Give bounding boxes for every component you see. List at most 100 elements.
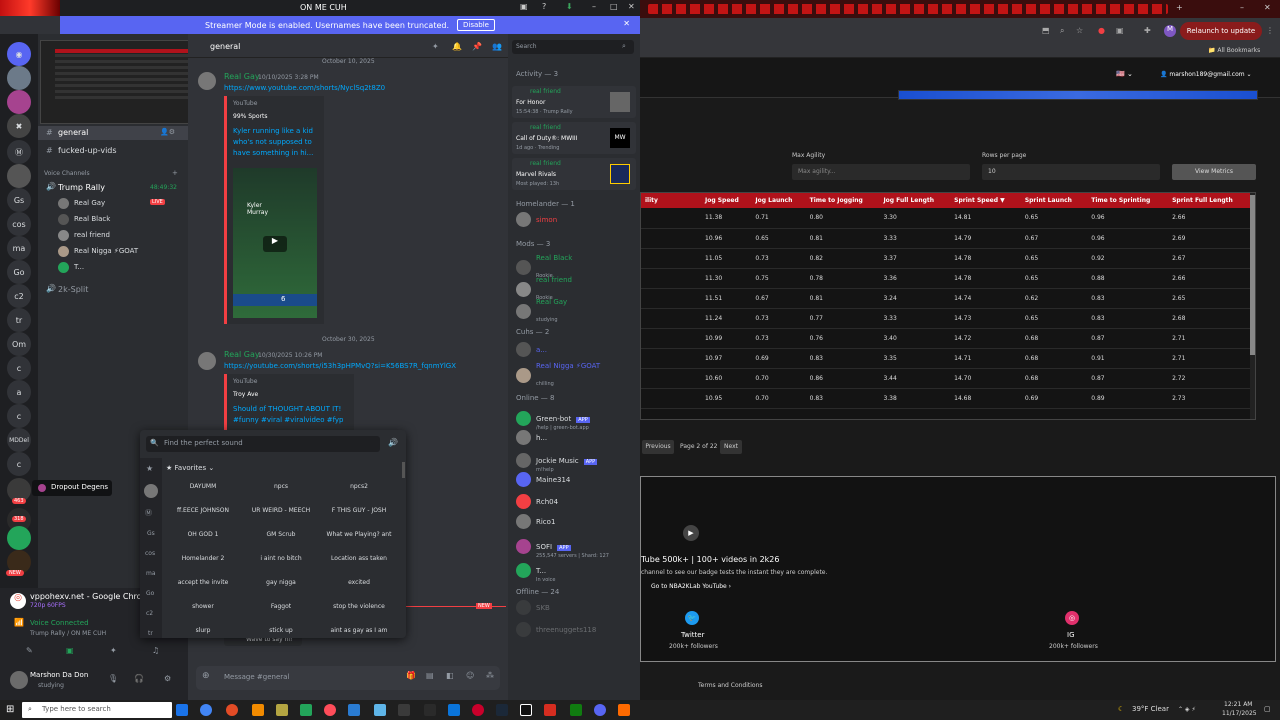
sound-button[interactable]: stop the violence (322, 603, 396, 610)
gif-icon[interactable]: ▤ (426, 671, 434, 680)
activity-icon[interactable]: ✦ (110, 646, 117, 655)
member-row[interactable]: h... (516, 430, 547, 445)
tray-icons[interactable]: ⌃ ◈ ⚡ (1178, 706, 1196, 713)
server-icon[interactable] (7, 526, 31, 550)
app-icon[interactable] (226, 704, 238, 716)
play-icon[interactable]: ▶ (263, 236, 287, 252)
app-icon[interactable] (398, 704, 410, 716)
invite-icon[interactable]: 👤⚙ (160, 128, 175, 136)
voice-user[interactable]: Real Gay LIVE (58, 198, 188, 212)
sound-button[interactable]: DAYUMM (166, 483, 240, 490)
apps-icon[interactable]: ⁂ (486, 671, 494, 680)
member-row[interactable]: Maine314 (516, 472, 570, 487)
member-row[interactable]: SOFI APP 255,547 servers | Shard: 127 (516, 534, 609, 559)
clock-time[interactable]: 12:21 AM (1224, 701, 1252, 708)
add-channel-icon[interactable]: + (172, 169, 178, 177)
column-header[interactable]: ility (641, 193, 701, 208)
sound-button[interactable]: Faggot (244, 603, 318, 610)
settings-gear-icon[interactable]: ⚙ (164, 674, 171, 683)
server-icon[interactable] (144, 484, 158, 498)
ig-label[interactable]: IG (1067, 631, 1075, 639)
previous-button[interactable]: Previous (642, 440, 674, 454)
taskbar-search[interactable]: ⌕ Type here to search (22, 702, 172, 718)
column-header[interactable]: Jog Launch (751, 193, 806, 208)
message-link[interactable]: https://youtube.com/shorts/i53h3pHPMvQ?s… (224, 362, 456, 370)
sound-button[interactable]: aint as gay as I am (322, 627, 396, 634)
close-icon[interactable]: ✕ (628, 2, 635, 11)
flag-icon[interactable]: 🇺🇸 ⌄ (1116, 70, 1133, 78)
sound-button[interactable]: stick up (244, 627, 318, 634)
app-icon[interactable] (348, 704, 360, 716)
server-om[interactable]: Om (7, 332, 31, 356)
add-attachment-icon[interactable]: ⊕ (202, 671, 210, 681)
volume-icon[interactable]: 🔊 (388, 438, 398, 447)
server-go[interactable]: Go (7, 260, 31, 284)
favorites-header[interactable]: ★ Favorites ⌄ (166, 464, 214, 472)
server-tr[interactable]: tr (7, 308, 31, 332)
menu-icon[interactable]: ⋮ (1266, 26, 1274, 35)
zoom-icon[interactable]: ⌕ (1060, 26, 1064, 36)
channel-general[interactable]: # general 👤⚙ (38, 126, 188, 140)
discord-icon[interactable] (594, 704, 606, 716)
app-icon[interactable] (618, 704, 630, 716)
pin-icon[interactable]: 📌 (472, 42, 482, 51)
message-link[interactable]: https://www.youtube.com/shorts/NyclSq2t8… (224, 84, 385, 92)
activity-card[interactable]: real friend For Honor 15:54:38 · Trump R… (512, 86, 636, 118)
sound-button[interactable]: Location ass taken (322, 555, 396, 562)
sound-button[interactable]: npcs2 (322, 483, 396, 490)
server-icon[interactable]: ◉ (7, 42, 31, 66)
voice-user[interactable]: Real Black (58, 214, 188, 228)
column-header[interactable]: Jog Full Length (879, 193, 951, 208)
server-gs[interactable]: Gs (147, 530, 155, 537)
sound-button[interactable]: F THIS GUY - JOSH (322, 507, 396, 514)
scrollbar[interactable] (402, 462, 405, 478)
minimize-icon[interactable]: – (1240, 3, 1244, 12)
server-ma[interactable]: ma (146, 570, 156, 577)
install-icon[interactable]: ⬒ (1042, 26, 1050, 35)
extension-icon[interactable]: ▣ (1116, 26, 1124, 35)
server-icon[interactable]: ✖ (7, 114, 31, 138)
app-icon[interactable] (276, 704, 288, 716)
server-icon[interactable] (7, 164, 31, 188)
column-header[interactable]: Sprint Speed ▼ (950, 193, 1021, 208)
column-header[interactable]: Time to Sprinting (1087, 193, 1169, 208)
view-metrics-button[interactable]: View Metrics (1172, 164, 1256, 180)
server-a[interactable]: a (7, 380, 31, 404)
server-icon[interactable]: Ⓜ (145, 508, 152, 518)
embed-title[interactable]: Should of THOUGHT ABOUT IT! #funny #vira… (233, 404, 353, 426)
app-icon[interactable] (252, 704, 264, 716)
app-icon[interactable] (374, 704, 386, 716)
search-input[interactable]: Search ⌕ (512, 40, 634, 54)
avatar[interactable] (10, 671, 28, 689)
column-header[interactable]: Sprint Full Length (1168, 193, 1251, 208)
sound-search-input[interactable]: 🔍 Find the perfect sound (146, 436, 380, 452)
server-c[interactable]: c (7, 356, 31, 380)
video-thumbnail[interactable]: Kyler Murray ▶ 6 (233, 168, 317, 318)
channel-fucked-up-vids[interactable]: # fucked-up-vids (38, 144, 188, 158)
server-ma[interactable]: ma (7, 236, 31, 260)
member-row[interactable]: Jockie Music APP m!help (516, 448, 598, 473)
server-cos[interactable]: cos (145, 550, 155, 557)
soundboard-icon[interactable]: ♫ (152, 646, 159, 655)
relaunch-button[interactable]: Relaunch to update (1180, 22, 1262, 40)
member-row[interactable]: simon (516, 212, 557, 227)
column-header[interactable]: Time to Jogging (805, 193, 880, 208)
server-gs[interactable]: Gs (7, 188, 31, 212)
streaming-app-title[interactable]: vppohexv.net - Google Chrome (30, 592, 154, 601)
bell-icon[interactable]: 🔔 (452, 42, 462, 51)
sound-button[interactable]: gay nigga (244, 579, 318, 586)
app-icon[interactable] (544, 704, 556, 716)
app-icon[interactable] (300, 704, 312, 716)
emoji-icon[interactable]: ☺ (466, 671, 474, 680)
column-header[interactable]: Sprint Launch (1020, 193, 1088, 208)
headphones-icon[interactable]: 🎧 (134, 674, 144, 683)
video-icon[interactable]: ✎ (26, 646, 33, 655)
sound-button[interactable]: What we Playing? ant (322, 531, 396, 538)
gift-icon[interactable]: 🎁 (406, 671, 416, 680)
sound-button[interactable]: npcs (244, 483, 318, 490)
member-row[interactable]: SKB (516, 600, 550, 615)
voice-location[interactable]: Trump Rally / ON ME CUH (30, 630, 106, 637)
notification-icon[interactable]: ▢ (1264, 705, 1271, 713)
member-row[interactable]: Rico1 (516, 514, 555, 529)
next-button[interactable]: Next (720, 440, 742, 454)
